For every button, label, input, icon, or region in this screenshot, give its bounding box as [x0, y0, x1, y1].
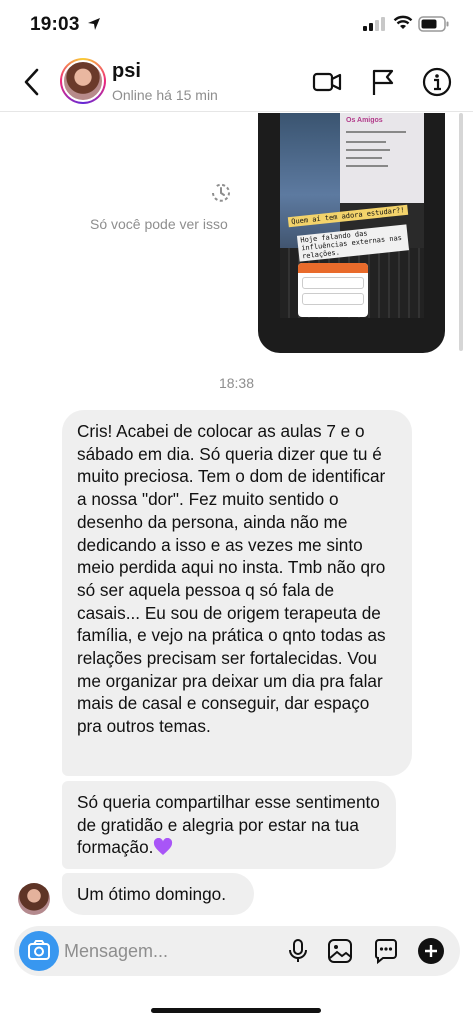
message-bubble[interactable]: Só queria compartilhar esse sentimento d… [62, 781, 396, 869]
sticker-chat-icon[interactable] [372, 937, 400, 965]
message-thread[interactable]: Só você pode ver isso Os Amigos Quem aí … [0, 113, 473, 923]
message-bubble[interactable]: Cris! Acabei de colocar as aulas 7 e o s… [62, 410, 412, 776]
contact-presence: Online há 15 min [112, 87, 218, 103]
camera-icon [28, 940, 50, 960]
chat-header: psi Online há 15 min [0, 52, 473, 112]
flag-icon[interactable] [367, 66, 399, 98]
video-call-icon[interactable] [311, 66, 343, 98]
battery-icon [418, 16, 449, 32]
sender-avatar[interactable] [18, 883, 50, 915]
shared-story-thumbnail[interactable]: Os Amigos Quem aí tem adora estudar?! Ho… [258, 113, 445, 353]
home-indicator[interactable] [151, 1008, 321, 1013]
microphone-icon[interactable] [284, 937, 312, 965]
contact-avatar[interactable] [60, 58, 106, 104]
message-input[interactable] [64, 934, 264, 968]
purple-heart-icon [154, 838, 173, 856]
message-bubble[interactable]: Um ótimo domingo. [62, 873, 254, 915]
location-arrow-icon [88, 18, 100, 30]
scroll-indicator[interactable] [459, 113, 463, 351]
plus-icon[interactable] [417, 937, 445, 965]
view-once-notice: Só você pode ver isso [90, 216, 228, 232]
message-text: Um ótimo domingo. [77, 884, 227, 904]
info-icon[interactable] [421, 66, 453, 98]
status-time: 19:03 [30, 14, 80, 35]
message-composer [14, 926, 460, 976]
back-chevron-icon[interactable] [20, 66, 44, 98]
story-poll-sticker [298, 263, 368, 317]
cellular-signal-icon [363, 17, 385, 31]
message-text: Só queria compartilhar esse sentimento d… [77, 792, 380, 858]
message-timestamp: 18:38 [218, 375, 255, 391]
status-bar: 19:03 [0, 0, 473, 52]
wifi-icon [393, 15, 413, 29]
contact-name[interactable]: psi [112, 60, 141, 83]
camera-button[interactable] [19, 931, 59, 971]
message-text: Cris! Acabei de colocar as aulas 7 e o s… [77, 421, 386, 737]
gallery-icon[interactable] [326, 937, 354, 965]
view-once-icon [212, 183, 230, 202]
